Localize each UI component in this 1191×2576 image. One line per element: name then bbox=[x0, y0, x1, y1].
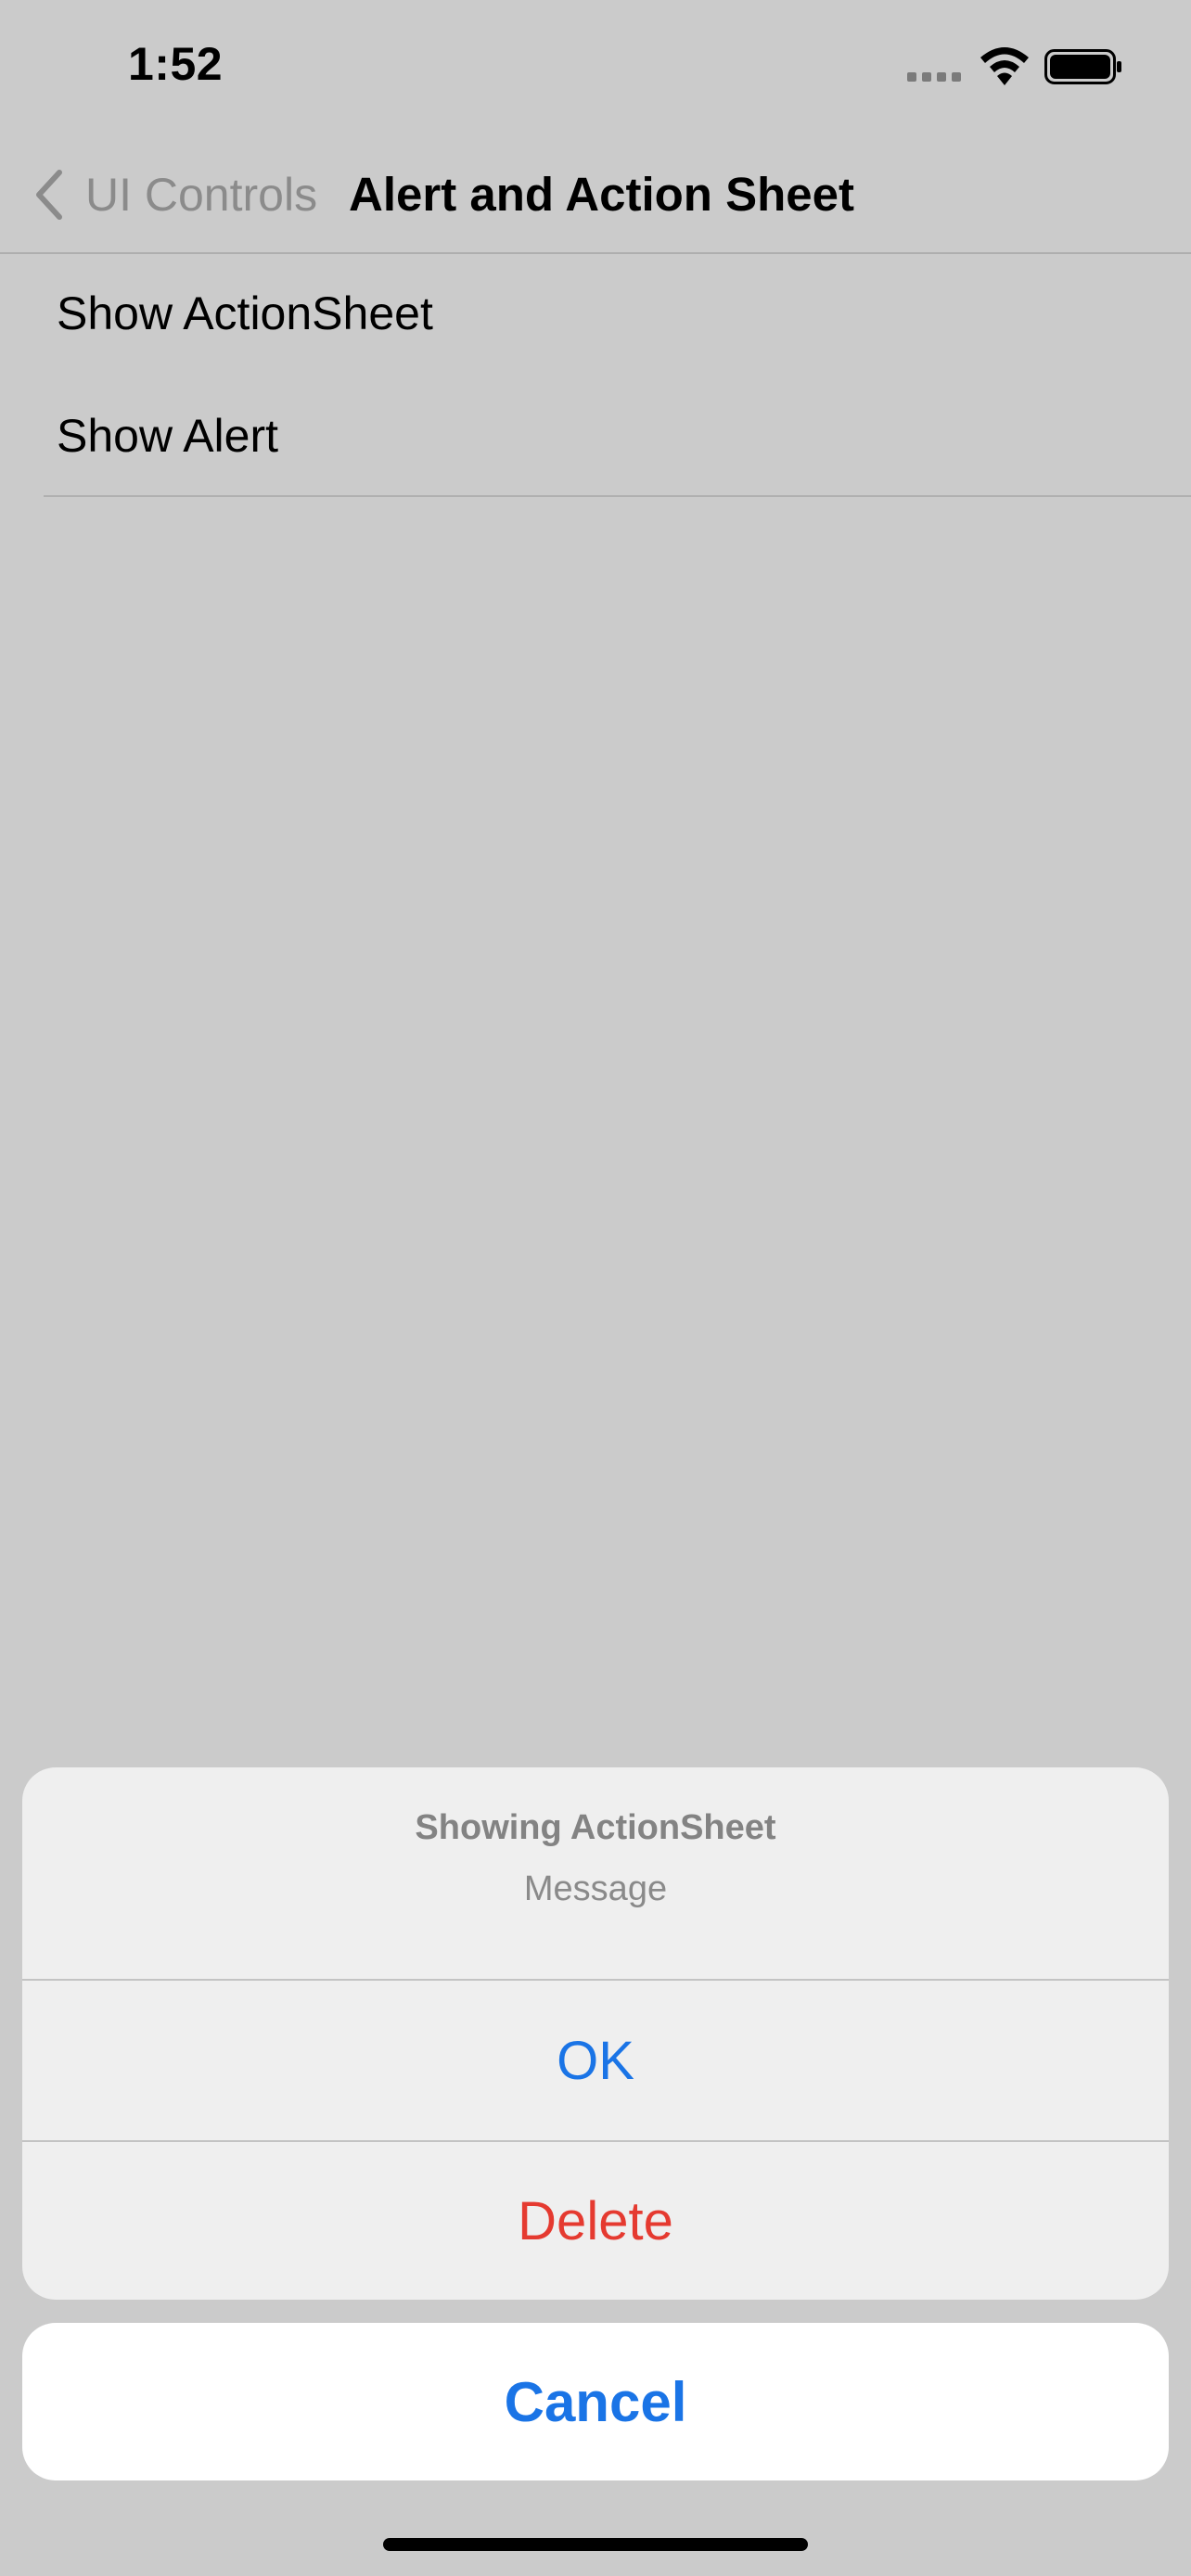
list-item-label: Show ActionSheet bbox=[57, 287, 433, 339]
list-separator bbox=[44, 495, 1191, 497]
status-bar: 1:52 bbox=[0, 0, 1191, 134]
home-indicator[interactable] bbox=[383, 2538, 808, 2551]
action-sheet-header: Showing ActionSheet Message bbox=[22, 1767, 1169, 1981]
status-time: 1:52 bbox=[128, 38, 224, 90]
chevron-left-icon bbox=[36, 170, 62, 220]
cellular-signal-icon bbox=[907, 72, 963, 83]
list-item-label: Show Alert bbox=[57, 410, 279, 462]
back-button-label: UI Controls bbox=[85, 169, 318, 221]
ok-button[interactable]: OK bbox=[22, 1981, 1169, 2140]
screen: 1:52 UI Controls Alert and Action Sheet bbox=[0, 0, 1191, 2576]
battery-icon bbox=[1044, 49, 1121, 84]
cancel-button[interactable]: Cancel bbox=[22, 2323, 1169, 2480]
action-sheet-message: Message bbox=[523, 1869, 668, 1908]
action-sheet: Showing ActionSheet Message OK Delete bbox=[22, 1767, 1169, 2300]
delete-button[interactable]: Delete bbox=[22, 2140, 1169, 2300]
action-sheet-title: Showing ActionSheet bbox=[415, 1808, 776, 1847]
navigation-bar: UI Controls Alert and Action Sheet bbox=[0, 139, 1191, 254]
wifi-icon bbox=[980, 47, 1029, 85]
list-item-show-alert[interactable]: Show Alert bbox=[0, 378, 1191, 501]
controls-list: Show ActionSheet Show Alert bbox=[0, 256, 1191, 501]
back-button[interactable]: UI Controls bbox=[30, 158, 317, 232]
list-item-show-actionsheet[interactable]: Show ActionSheet bbox=[0, 256, 1191, 378]
page-title: Alert and Action Sheet bbox=[349, 168, 855, 221]
